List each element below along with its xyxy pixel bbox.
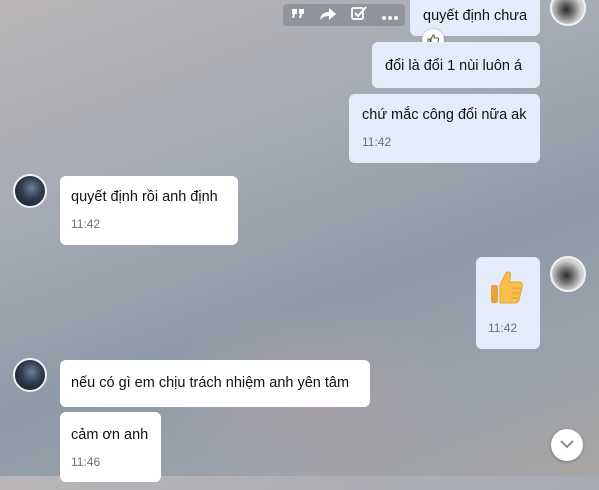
my-avatar[interactable] xyxy=(550,0,586,26)
my-avatar[interactable] xyxy=(550,256,586,292)
chevron-down-icon xyxy=(559,436,575,454)
message-timestamp: 11:42 xyxy=(71,217,101,231)
message-text: chứ mắc công đổi nữa ak xyxy=(362,107,527,123)
more-icon[interactable] xyxy=(381,4,398,26)
message-bubble-theirs[interactable]: quyết định rồi anh định 11:42 xyxy=(60,176,238,245)
contact-avatar[interactable] xyxy=(13,358,47,392)
message-bubble-theirs[interactable]: cảm ơn anh 11:46 xyxy=(60,412,161,482)
message-text: đổi là đổi 1 nùi luôn á xyxy=(385,58,523,74)
forward-icon[interactable] xyxy=(319,4,336,26)
contact-avatar[interactable] xyxy=(13,174,47,208)
message-timestamp: 11:42 xyxy=(362,135,392,149)
message-bubble-mine[interactable]: 11:42 xyxy=(476,257,540,349)
message-timestamp: 11:46 xyxy=(71,455,101,469)
message-action-toolbar xyxy=(283,4,405,26)
message-text: quyết định chưa xyxy=(423,8,528,24)
message-text: cảm ơn anh xyxy=(71,427,149,443)
message-timestamp: 11:42 xyxy=(488,321,518,335)
quote-icon[interactable] xyxy=(291,4,305,26)
thumbs-up-emoji xyxy=(488,269,528,309)
message-bubble-theirs[interactable]: nếu có gì em chịu trách nhiệm anh yên tâ… xyxy=(60,360,370,407)
message-bubble-mine[interactable]: đổi là đổi 1 nùi luôn á xyxy=(372,42,540,88)
scroll-to-bottom-button[interactable] xyxy=(551,429,583,461)
message-text: nếu có gì em chịu trách nhiệm anh yên tâ… xyxy=(71,375,350,391)
task-check-icon[interactable] xyxy=(350,4,367,26)
message-text: quyết định rồi anh định xyxy=(71,189,218,205)
message-bubble-mine[interactable]: chứ mắc công đổi nữa ak 11:42 xyxy=(349,94,540,163)
